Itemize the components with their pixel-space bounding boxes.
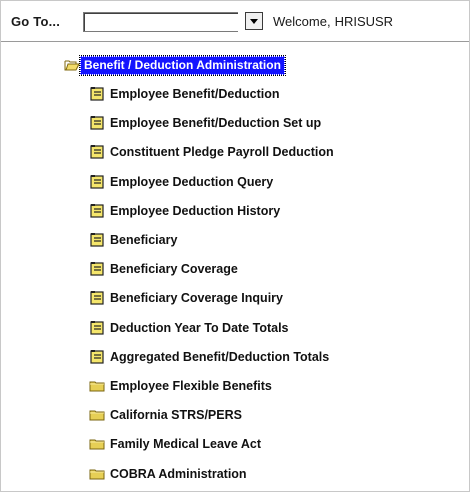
tree-item-label: California STRS/PERS — [110, 408, 242, 423]
tree-item[interactable]: Beneficiary — [89, 231, 177, 249]
chevron-down-icon — [250, 18, 258, 24]
folder-icon — [89, 379, 105, 393]
open-folder-icon — [64, 60, 80, 71]
goto-label: Go To... — [11, 14, 61, 29]
tree-root-item[interactable]: Benefit / Deduction Administration — [64, 54, 286, 76]
tree-item[interactable]: Aggregated Benefit/Deduction Totals — [89, 348, 329, 366]
document-icon — [89, 116, 105, 130]
document-icon — [89, 203, 105, 218]
tree-item-label: Employee Benefit/Deduction Set up — [110, 116, 322, 131]
username: HRISUSR — [334, 14, 394, 29]
tree-item-label: Deduction Year To Date Totals — [110, 320, 289, 335]
goto-toolbar: Go To... Welcome, HRISUSR — [1, 1, 469, 42]
tree-item-label: Family Medical Leave Act — [110, 437, 261, 452]
welcome-message: Welcome, HRISUSR — [273, 14, 393, 29]
tree-item[interactable]: Employee Flexible Benefits — [89, 377, 272, 395]
folder-icon — [89, 437, 105, 451]
welcome-text: Welcome, — [273, 14, 331, 29]
document-icon — [89, 291, 105, 305]
tree-item[interactable]: Employee Deduction Query — [89, 173, 273, 191]
document-icon — [89, 87, 105, 101]
folder-icon — [89, 408, 105, 422]
tree-item[interactable]: Family Medical Leave Act — [89, 435, 261, 453]
document-icon — [89, 320, 105, 335]
tree-item[interactable]: Constituent Pledge Payroll Deduction — [89, 143, 334, 161]
tree-item[interactable]: COBRA Administration — [89, 465, 247, 483]
tree-item-label: Employee Flexible Benefits — [110, 379, 272, 393]
tree-item[interactable]: Deduction Year To Date Totals — [89, 319, 289, 337]
tree-item-label: Beneficiary — [110, 233, 178, 247]
navigation-tree: Benefit / Deduction Administration Emplo… — [1, 42, 469, 491]
tree-item-label: Aggregated Benefit/Deduction Totals — [110, 349, 330, 364]
document-icon — [89, 233, 105, 247]
goto-dropdown-button[interactable] — [245, 12, 263, 30]
tree-item[interactable]: Employee Benefit/Deduction — [89, 85, 279, 103]
tree-item[interactable]: Employee Deduction History — [89, 202, 280, 220]
tree-item-label: Employee Benefit/Deduction — [110, 87, 280, 101]
tree-item-label: Beneficiary Coverage — [110, 262, 238, 277]
tree-item[interactable]: California STRS/PERS — [89, 406, 242, 424]
window-frame: Go To... Welcome, HRISUSR Benefit / Deduc… — [0, 0, 470, 492]
tree-item-label: Beneficiary Coverage Inquiry — [110, 291, 283, 306]
document-icon — [89, 145, 105, 159]
folder-icon — [89, 467, 105, 481]
tree-item-label: Employee Deduction History — [110, 203, 281, 218]
document-icon — [89, 174, 105, 189]
tree-item[interactable]: Employee Benefit/Deduction Set up — [89, 114, 321, 132]
document-icon — [89, 262, 105, 276]
tree-item[interactable]: Beneficiary Coverage — [89, 260, 238, 278]
tree-item[interactable]: Beneficiary Coverage Inquiry — [89, 289, 283, 307]
tree-item-label: Employee Deduction Query — [110, 174, 274, 189]
tree-item-label: Constituent Pledge Payroll Deduction — [110, 145, 334, 160]
document-icon — [89, 349, 105, 364]
tree-item-label: COBRA Administration — [110, 466, 247, 481]
goto-input[interactable] — [83, 12, 238, 32]
tree-root-label: Benefit / Deduction Administration — [79, 54, 286, 76]
